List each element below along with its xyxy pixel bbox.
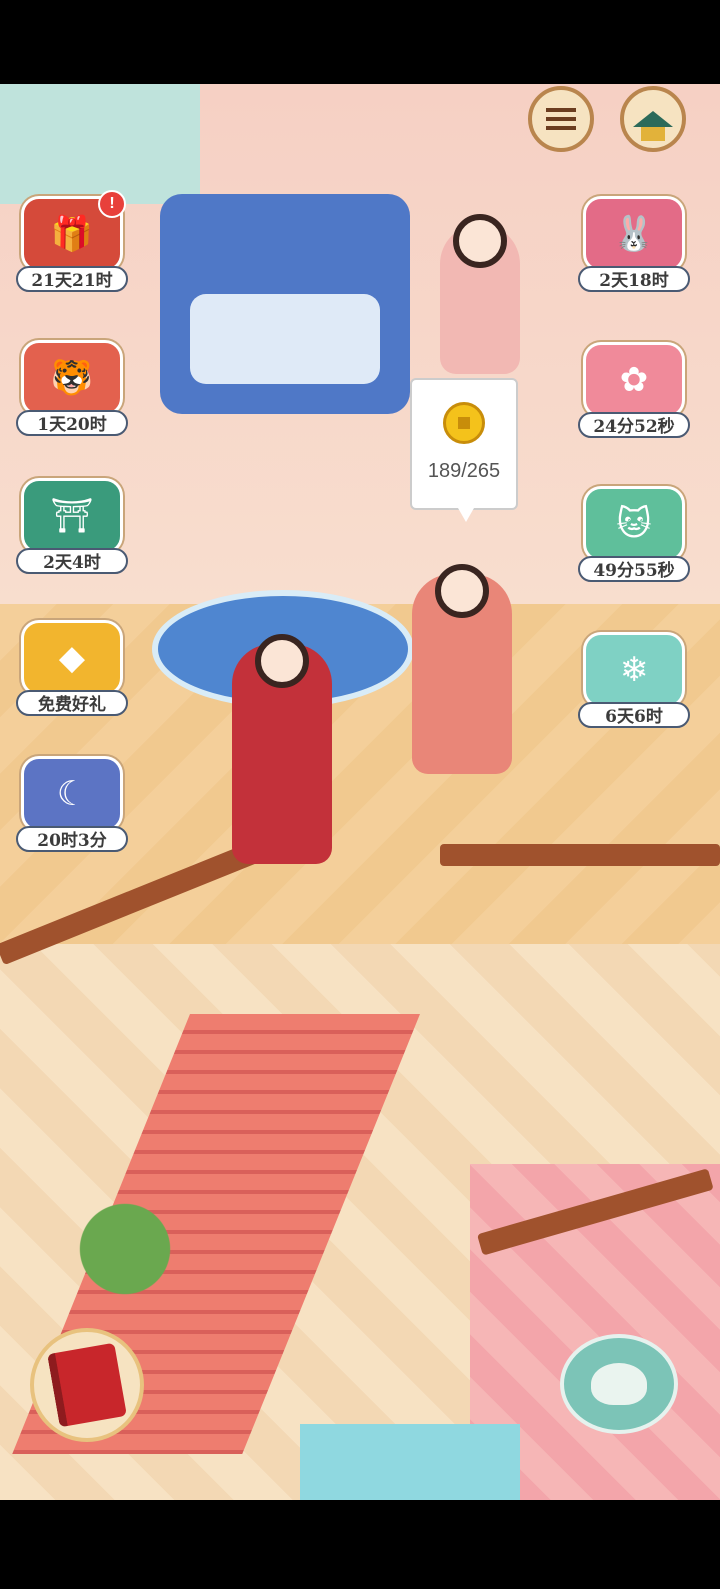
railing [440, 844, 720, 866]
event-timer: 49分55秒 [578, 556, 690, 582]
character-head [255, 634, 309, 688]
maid-character[interactable] [440, 214, 520, 374]
teapot-icon [591, 1363, 647, 1405]
bottom-black-bar [0, 1500, 720, 1589]
polar-bear-bed[interactable] [160, 194, 410, 414]
event-timer: 21天21时 [16, 266, 128, 292]
rabbit-moon-icon: ☾ [21, 756, 123, 832]
lady-character[interactable] [412, 564, 512, 774]
copper-coin-icon [443, 402, 485, 444]
event-timer: 2天4时 [16, 548, 128, 574]
book-button[interactable] [30, 1328, 144, 1442]
event-tiger[interactable]: 🐯 1天20时 [12, 340, 132, 436]
pond-water [300, 1424, 520, 1500]
event-flower-cushion[interactable]: ✿ 24分52秒 [574, 342, 694, 438]
event-lucky-cat[interactable]: 🐱 49分55秒 [574, 486, 694, 582]
pavilion-shop-icon [633, 111, 673, 141]
rabbit-icon: 🐰 [583, 196, 685, 272]
teahouse-button[interactable] [560, 1334, 678, 1434]
gate-treasure-icon: ⛩ [21, 478, 123, 554]
character-head [453, 214, 507, 268]
event-timer: 24分52秒 [578, 412, 690, 438]
event-free-gift[interactable]: ◆ 免费好礼 [12, 620, 132, 716]
book-icon [47, 1342, 127, 1428]
event-timer: 2天18时 [578, 266, 690, 292]
event-timer: 20时3分 [16, 826, 128, 852]
event-timer: 1天20时 [16, 410, 128, 436]
event-rabbit-moon[interactable]: ☾ 20时3分 [12, 756, 132, 852]
event-rabbit[interactable]: 🐰 2天18时 [574, 196, 694, 292]
lucky-cat-icon: 🐱 [583, 486, 685, 562]
wall-decor [0, 84, 200, 204]
coin-collect-bubble[interactable]: 189/265 [410, 378, 518, 522]
event-ice-cube[interactable]: ❄ 6天6时 [574, 632, 694, 728]
shop-button[interactable] [620, 86, 686, 152]
event-gift-box[interactable]: 🎁 ! 21天21时 [12, 190, 132, 292]
character-head [435, 564, 489, 618]
event-timer: 免费好礼 [16, 690, 128, 716]
notification-badge: ! [98, 190, 126, 218]
ice-cube-icon: ❄ [583, 632, 685, 708]
kite-icon: ◆ [21, 620, 123, 696]
coin-count: 189/265 [427, 460, 501, 482]
top-black-bar [0, 0, 720, 84]
menu-list-icon [546, 108, 576, 130]
flower-cushion-icon: ✿ [583, 342, 685, 418]
event-timer: 6天6时 [578, 702, 690, 728]
coin-tree-plant[interactable] [60, 1174, 190, 1324]
event-gate-treasure[interactable]: ⛩ 2天4时 [12, 478, 132, 574]
tiger-mask-icon: 🐯 [21, 340, 123, 416]
menu-button[interactable] [528, 86, 594, 152]
player-character[interactable] [232, 634, 332, 864]
